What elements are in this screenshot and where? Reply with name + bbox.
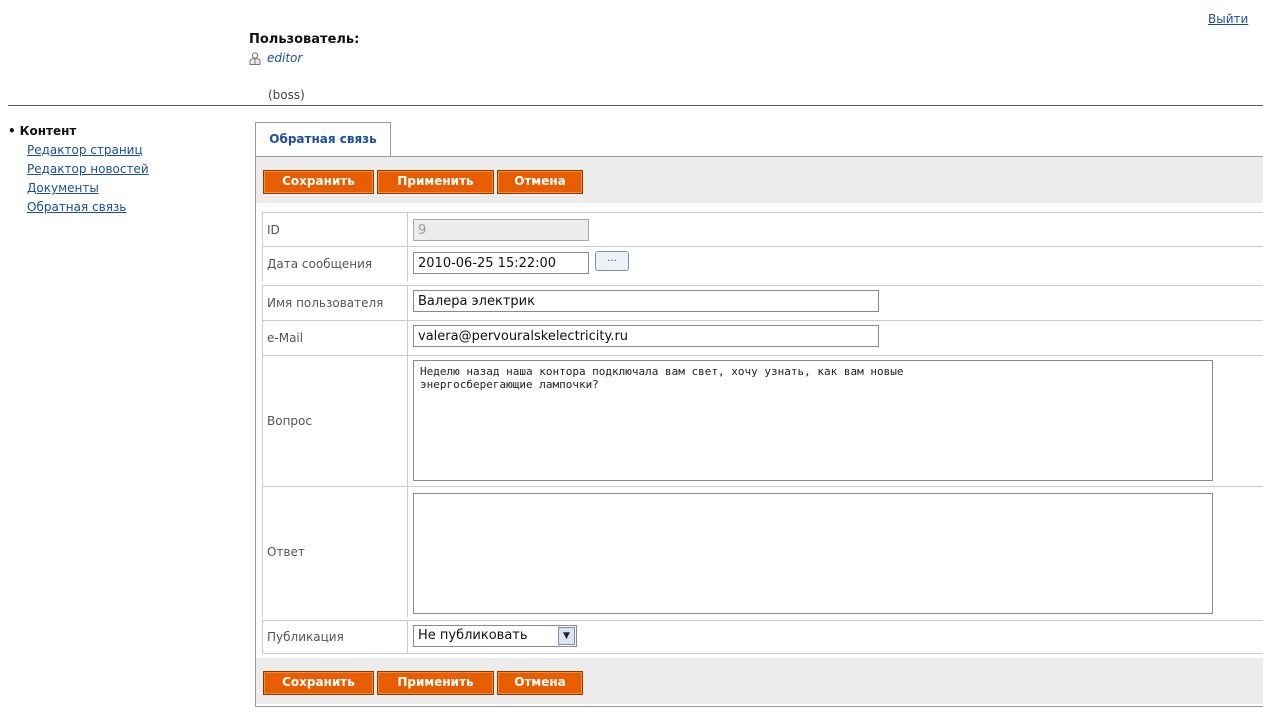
date-field[interactable]: 2010-06-25 15:22:00 — [413, 252, 589, 274]
save-button[interactable]: Сохранить — [263, 170, 374, 194]
row-id: ID 9 — [262, 212, 1263, 246]
sidebar-section-content: Контент — [8, 124, 149, 138]
user-icon — [249, 51, 261, 65]
email-field[interactable]: valera@pervouralskelectricity.ru — [413, 325, 879, 347]
edit-panel: Сохранить Применить Отмена ID 9 Дата соо… — [255, 156, 1263, 707]
cancel-button-bottom[interactable]: Отмена — [497, 671, 583, 695]
apply-button-bottom[interactable]: Применить — [377, 671, 494, 695]
date-picker-button[interactable]: ... — [595, 251, 629, 271]
question-textarea[interactable]: Неделю назад наша контора подключала вам… — [413, 360, 1213, 481]
chevron-down-icon[interactable]: ▼ — [558, 627, 575, 645]
toolbar-bottom: Сохранить Применить Отмена — [256, 658, 1263, 704]
save-button-bottom[interactable]: Сохранить — [263, 671, 374, 695]
cancel-button[interactable]: Отмена — [497, 170, 583, 194]
id-field: 9 — [413, 219, 589, 241]
user-block: Пользователь: editor — [249, 32, 359, 65]
sidebar-item-documents[interactable]: Документы — [27, 181, 149, 195]
logout-link[interactable]: Выйти — [1208, 12, 1248, 26]
sidebar-item-page-editor[interactable]: Редактор страниц — [27, 143, 149, 157]
question-label: Вопрос — [262, 356, 408, 486]
user-label: Пользователь: — [249, 32, 360, 47]
sidebar: Контент Редактор страниц Редактор новост… — [8, 124, 149, 214]
answer-textarea[interactable] — [413, 493, 1213, 614]
row-email: e-Mail valera@pervouralskelectricity.ru — [262, 320, 1263, 355]
username: editor — [267, 51, 303, 65]
answer-label: Ответ — [262, 487, 408, 617]
row-question: Вопрос Неделю назад наша контора подключ… — [262, 355, 1263, 486]
header-divider — [8, 105, 1263, 106]
user-row: editor — [249, 51, 359, 65]
tab-feedback[interactable]: Обратная связь — [255, 122, 391, 157]
row-date: Дата сообщения 2010-06-25 15:22:00 ... — [262, 246, 1263, 281]
date-label: Дата сообщения — [262, 247, 408, 281]
sidebar-item-news-editor[interactable]: Редактор новостей — [27, 162, 149, 176]
user-role: (boss) — [268, 88, 305, 102]
row-name: Имя пользователя Валера электрик — [262, 285, 1263, 320]
name-label: Имя пользователя — [262, 286, 408, 320]
publication-select-value: Не публиковать — [418, 628, 528, 643]
publication-select[interactable]: Не публиковать ▼ — [413, 625, 577, 647]
row-answer: Ответ — [262, 486, 1263, 617]
publication-label: Публикация — [262, 621, 408, 653]
row-publication: Публикация Не публиковать ▼ — [262, 620, 1263, 654]
email-label: e-Mail — [262, 321, 408, 355]
sidebar-item-feedback[interactable]: Обратная связь — [27, 200, 149, 214]
apply-button[interactable]: Применить — [377, 170, 494, 194]
toolbar-top: Сохранить Применить Отмена — [256, 157, 1263, 203]
id-label: ID — [262, 213, 408, 246]
name-field[interactable]: Валера электрик — [413, 290, 879, 312]
